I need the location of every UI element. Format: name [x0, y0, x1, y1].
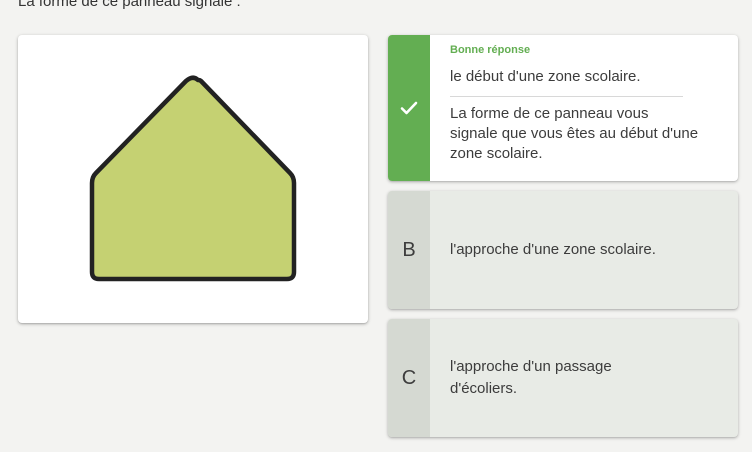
answer-c[interactable]: C l'approche d'un passage d'écoliers. [388, 319, 738, 437]
question-text: La forme de ce panneau signale : [18, 0, 241, 10]
answer-a-correct[interactable]: Bonne réponse le début d'une zone scolai… [388, 35, 738, 181]
school-zone-sign-image [89, 75, 297, 282]
answer-a-text: le début d'une zone scolaire. [450, 68, 641, 85]
answer-a-status-column [388, 35, 430, 181]
answer-c-letter-column: C [388, 319, 430, 437]
pentagon-sign-shape [89, 75, 297, 282]
answer-c-content: l'approche d'un passage d'écoliers. [450, 319, 708, 437]
answer-c-letter: C [401, 366, 417, 389]
check-icon [400, 101, 418, 115]
answer-b-text: l'approche d'une zone scolaire. [450, 241, 656, 258]
sign-image-card [18, 35, 368, 323]
answer-a-divider [450, 96, 683, 97]
answer-b-letter-column: B [388, 191, 430, 309]
answer-b-content: l'approche d'une zone scolaire. [450, 191, 708, 309]
answer-b-letter: B [402, 238, 416, 261]
answer-explanation: La forme de ce panneau vous signale que … [450, 105, 699, 162]
answer-c-text: l'approche d'un passage d'écoliers. [450, 358, 612, 397]
answer-b[interactable]: B l'approche d'une zone scolaire. [388, 191, 738, 309]
correct-answer-label: Bonne réponse [450, 44, 531, 56]
